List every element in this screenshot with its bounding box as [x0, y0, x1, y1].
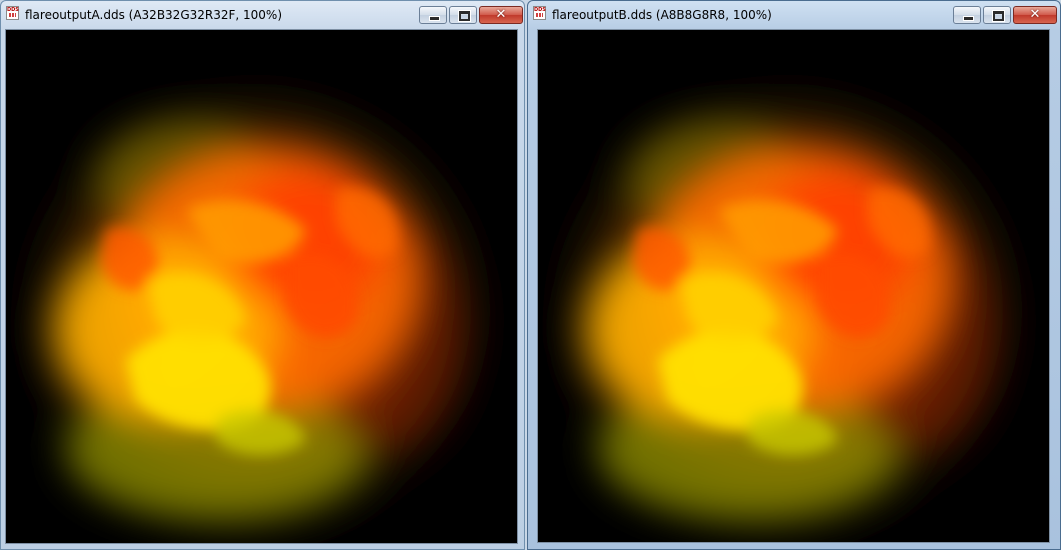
close-button[interactable]: ✕ — [1013, 6, 1057, 24]
maximize-icon — [450, 7, 476, 23]
title-bar[interactable]: DDS flareoutputB.dds (A8B8G8R8, 100%) ✕ — [528, 1, 1060, 29]
window-title: flareoutputB.dds (A8B8G8R8, 100%) — [552, 8, 772, 22]
minimize-icon — [420, 7, 446, 23]
close-icon: ✕ — [1029, 7, 1041, 22]
title-bar[interactable]: DDS flareoutputA.dds (A32B32G32R32F, 100… — [1, 1, 524, 29]
image-canvas[interactable] — [537, 29, 1050, 543]
maximize-icon — [984, 7, 1010, 23]
close-button[interactable]: ✕ — [479, 6, 523, 24]
minimize-icon — [954, 7, 980, 23]
image-canvas[interactable] — [5, 29, 518, 544]
minimize-button[interactable] — [953, 6, 981, 24]
maximize-button[interactable] — [983, 6, 1011, 24]
flare-image — [6, 30, 517, 543]
image-window-a[interactable]: DDS flareoutputA.dds (A32B32G32R32F, 100… — [0, 0, 525, 550]
dds-file-icon: DDS — [6, 6, 19, 20]
flare-image — [538, 30, 1049, 542]
dds-file-icon: DDS — [533, 6, 546, 20]
image-window-b[interactable]: DDS flareoutputB.dds (A8B8G8R8, 100%) ✕ — [527, 0, 1061, 550]
close-icon: ✕ — [495, 7, 507, 22]
minimize-button[interactable] — [419, 6, 447, 24]
window-title: flareoutputA.dds (A32B32G32R32F, 100%) — [25, 8, 283, 22]
maximize-button[interactable] — [449, 6, 477, 24]
